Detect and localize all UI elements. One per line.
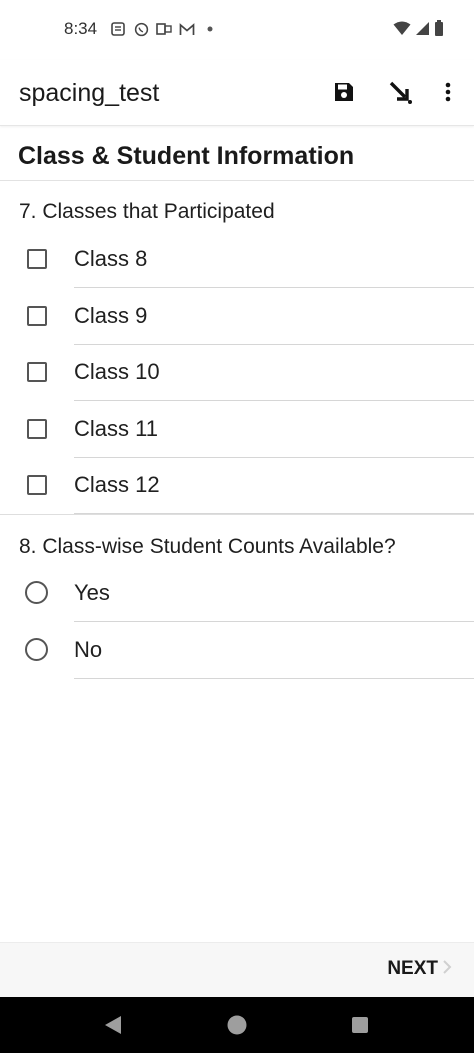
home-icon[interactable] (226, 1014, 248, 1036)
wifi-icon (393, 21, 411, 41)
checkbox[interactable] (27, 475, 47, 495)
app-bar: spacing_test (0, 60, 474, 126)
back-icon[interactable] (102, 1014, 124, 1036)
divider (74, 678, 474, 679)
checkbox-option[interactable]: Class 12 (0, 458, 474, 514)
option-label: Class 10 (74, 359, 160, 384)
next-label: NEXT (387, 958, 438, 979)
checkbox-option[interactable]: Class 8 (0, 232, 474, 288)
whatsapp-icon (133, 21, 149, 37)
option-label: Class 8 (74, 246, 148, 271)
section-title: Class & Student Information (18, 142, 355, 170)
notification-icons (110, 21, 218, 37)
divider (74, 621, 474, 622)
checkbox[interactable] (27, 249, 47, 269)
checkbox-option[interactable]: Class 9 (0, 289, 474, 345)
jump-icon[interactable] (386, 78, 414, 106)
recents-icon[interactable] (349, 1014, 371, 1036)
option-label: Class 9 (74, 303, 148, 328)
more-vert-icon[interactable] (434, 78, 462, 106)
signal-icon (415, 21, 430, 41)
system-nav-bar (0, 997, 474, 1053)
question-label: 7. Classes that Participated (19, 200, 275, 223)
option-label: Class 12 (74, 472, 160, 497)
chevron-right-icon (442, 958, 452, 980)
outlook-icon (156, 21, 172, 37)
checkbox-option[interactable]: Class 10 (0, 345, 474, 401)
notification-icon (110, 21, 126, 37)
checkbox-option[interactable]: Class 11 (0, 402, 474, 458)
system-icons (393, 20, 444, 41)
next-button[interactable]: NEXT (387, 958, 452, 980)
dot-icon (202, 21, 218, 37)
checkbox[interactable] (27, 306, 47, 326)
save-icon[interactable] (330, 78, 358, 106)
bottom-bar: NEXT (0, 942, 474, 997)
gmail-icon (179, 21, 195, 37)
checkbox[interactable] (27, 419, 47, 439)
question-divider (0, 514, 474, 515)
section-divider (0, 180, 474, 181)
option-label: Yes (74, 580, 110, 605)
option-label: No (74, 637, 103, 662)
option-label: Class 11 (74, 416, 158, 441)
divider (74, 400, 474, 401)
app-title: spacing_test (19, 79, 160, 107)
checkbox[interactable] (27, 362, 47, 382)
radio-option[interactable]: Yes (0, 566, 474, 622)
radio-option[interactable]: No (0, 623, 474, 679)
question-label: 8. Class-wise Student Counts Available? (19, 535, 396, 558)
status-bar: 8:34 (0, 0, 474, 60)
divider (74, 287, 474, 288)
status-time: 8:34 (64, 19, 98, 38)
radio-button[interactable] (25, 581, 48, 604)
battery-icon (434, 20, 444, 41)
radio-button[interactable] (25, 638, 48, 661)
